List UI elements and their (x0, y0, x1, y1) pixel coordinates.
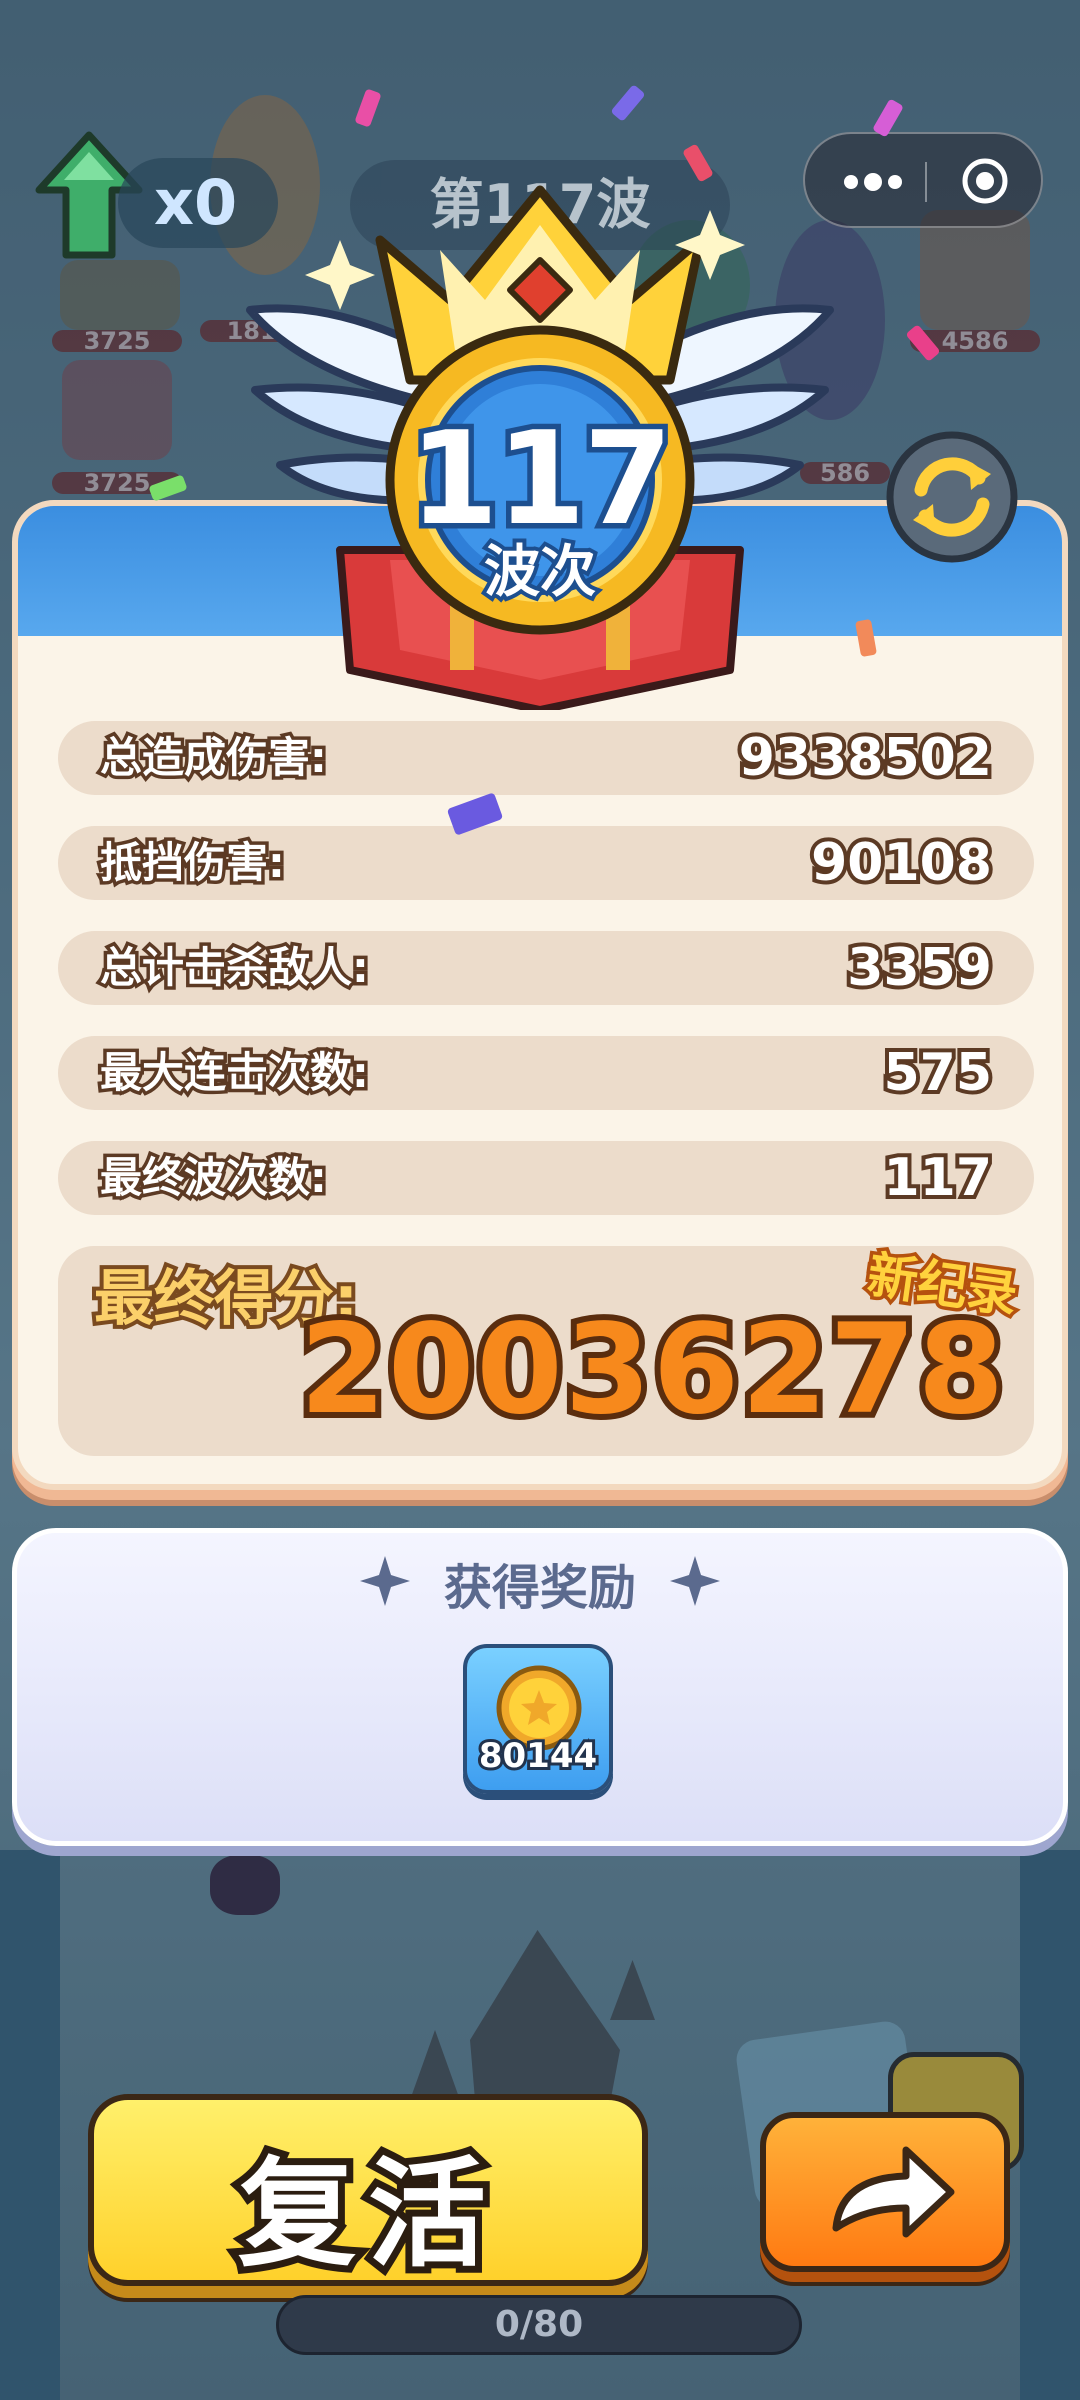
stat-value: 575 (879, 1039, 996, 1107)
stat-label: 总造成伤害: (97, 730, 331, 786)
stat-row-kills: 总计击杀敌人: 3359 (58, 931, 1034, 1005)
stat-label: 最大连击次数: (97, 1045, 373, 1101)
stat-row-final-wave: 最终波次数: 117 (58, 1141, 1034, 1215)
progress-text: 0/80 (494, 2304, 584, 2345)
close-target-icon[interactable] (960, 156, 1010, 206)
share-arrow-icon (832, 2146, 955, 2238)
refresh-button[interactable] (883, 428, 1021, 566)
stat-row-blocked-damage: 抵挡伤害: 90108 (58, 826, 1034, 900)
stat-label: 抵挡伤害: (97, 835, 289, 891)
stat-value: 117 (879, 1144, 996, 1212)
revive-button-label: 复活 (231, 2138, 498, 2290)
reward-title: 获得奖励 (443, 1560, 636, 1616)
stat-label: 总计击杀敌人: (97, 940, 373, 996)
stat-value: 3359 (843, 934, 996, 1002)
capsule-divider (925, 162, 927, 202)
stat-row-total-damage: 总造成伤害: 9338502 (58, 721, 1034, 795)
sparkle-right-icon (670, 1556, 720, 1606)
stat-value: 9338502 (735, 724, 996, 792)
stat-label: 最终波次数: (97, 1150, 331, 1206)
stat-value: 90108 (807, 829, 996, 897)
wave-unit-label: 波次 (480, 536, 600, 609)
coin-amount: 80144 (476, 1733, 600, 1779)
next-button[interactable] (760, 2112, 1010, 2272)
final-score-value: 20036278 (294, 1292, 1010, 1448)
stat-row-max-combo: 最大连击次数: 575 (58, 1036, 1034, 1110)
more-icon[interactable] (833, 162, 913, 202)
